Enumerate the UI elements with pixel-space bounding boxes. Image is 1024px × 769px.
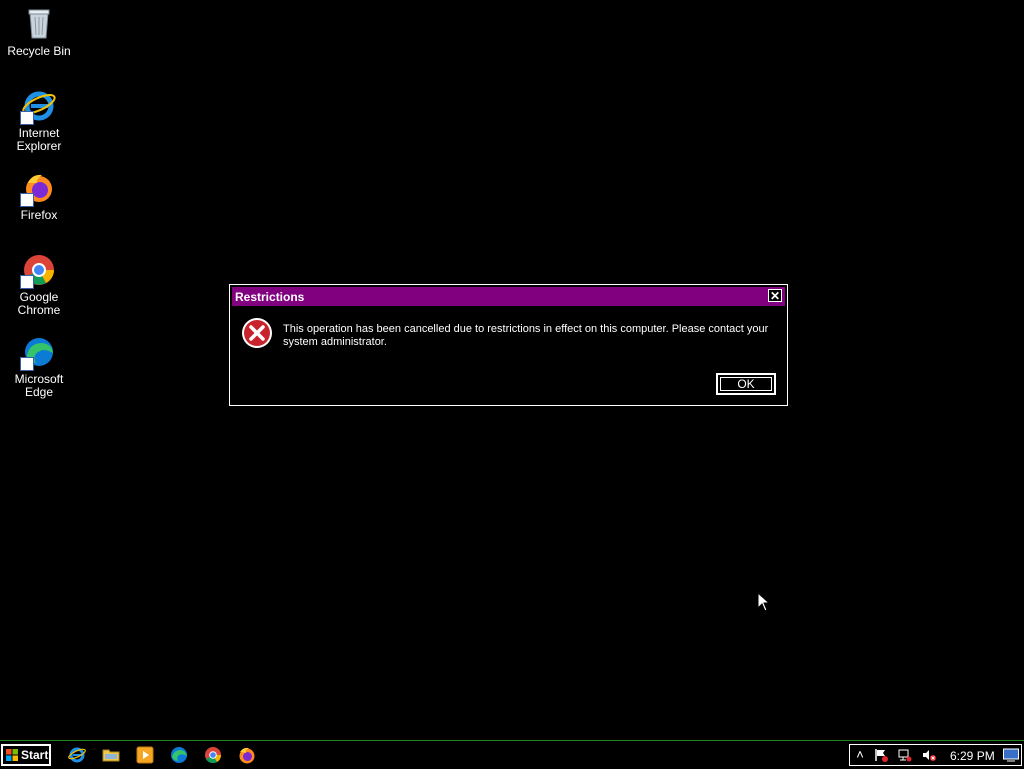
ok-button[interactable]: OK [716,373,776,395]
firefox-icon [20,171,56,207]
volume-muted-icon[interactable] [922,748,936,762]
edge-icon[interactable] [170,746,188,764]
desktop-icon-internet-explorer[interactable]: Internet Explorer [1,89,77,153]
dialog-title: Restrictions [235,290,305,304]
system-tray: ˄ 6:29 PM [849,744,1022,766]
file-explorer-icon[interactable] [102,746,120,764]
dialog-message: This operation has been cancelled due to… [283,323,769,348]
shortcut-arrow-icon [20,357,34,371]
taskbar-clock[interactable]: 6:29 PM [950,749,995,763]
show-desktop-icon[interactable] [1003,748,1019,762]
start-button[interactable]: Start [1,744,51,766]
restrictions-dialog: Restrictions ✕ This operation has been c… [229,284,788,406]
recycle-bin-icon [22,7,56,41]
action-center-flag-icon[interactable] [874,748,888,762]
chrome-icon [20,253,56,289]
shortcut-arrow-icon [20,111,34,125]
shortcut-arrow-icon [20,193,34,207]
desktop-icon-firefox[interactable]: Firefox [1,171,77,222]
desktop-icon-label: Edge [24,385,54,399]
edge-icon [20,335,56,371]
windows-logo-icon [6,749,18,761]
desktop-icon-label: Explorer [16,139,62,153]
close-button[interactable]: ✕ [768,289,782,302]
error-icon [241,317,273,349]
close-icon: ✕ [769,289,781,303]
show-hidden-icons-icon[interactable]: ˄ [853,748,867,762]
desktop-icon-google-chrome[interactable]: Google Chrome [1,253,77,317]
start-label: Start [21,748,49,762]
dialog-titlebar[interactable]: Restrictions ✕ [232,287,785,306]
desktop-icon-label: Firefox [20,208,58,222]
desktop-icon-label: Recycle Bin [7,44,71,58]
desktop-icon-label: Chrome [17,303,61,317]
desktop-icon-microsoft-edge[interactable]: Microsoft Edge [1,335,77,399]
internet-explorer-icon[interactable] [68,746,86,764]
desktop-icon-recycle-bin[interactable]: Recycle Bin [1,7,77,58]
chrome-icon[interactable] [204,746,222,764]
shortcut-arrow-icon [20,275,34,289]
firefox-icon[interactable] [238,746,256,764]
taskbar: Start ˄ 6:29 PM [0,740,1024,768]
media-player-icon[interactable] [136,746,154,764]
desktop: Recycle Bin Internet Explorer Firefox Go… [0,0,1024,740]
network-icon[interactable] [898,748,912,762]
mouse-cursor-icon [757,591,771,612]
internet-explorer-icon [20,89,56,125]
